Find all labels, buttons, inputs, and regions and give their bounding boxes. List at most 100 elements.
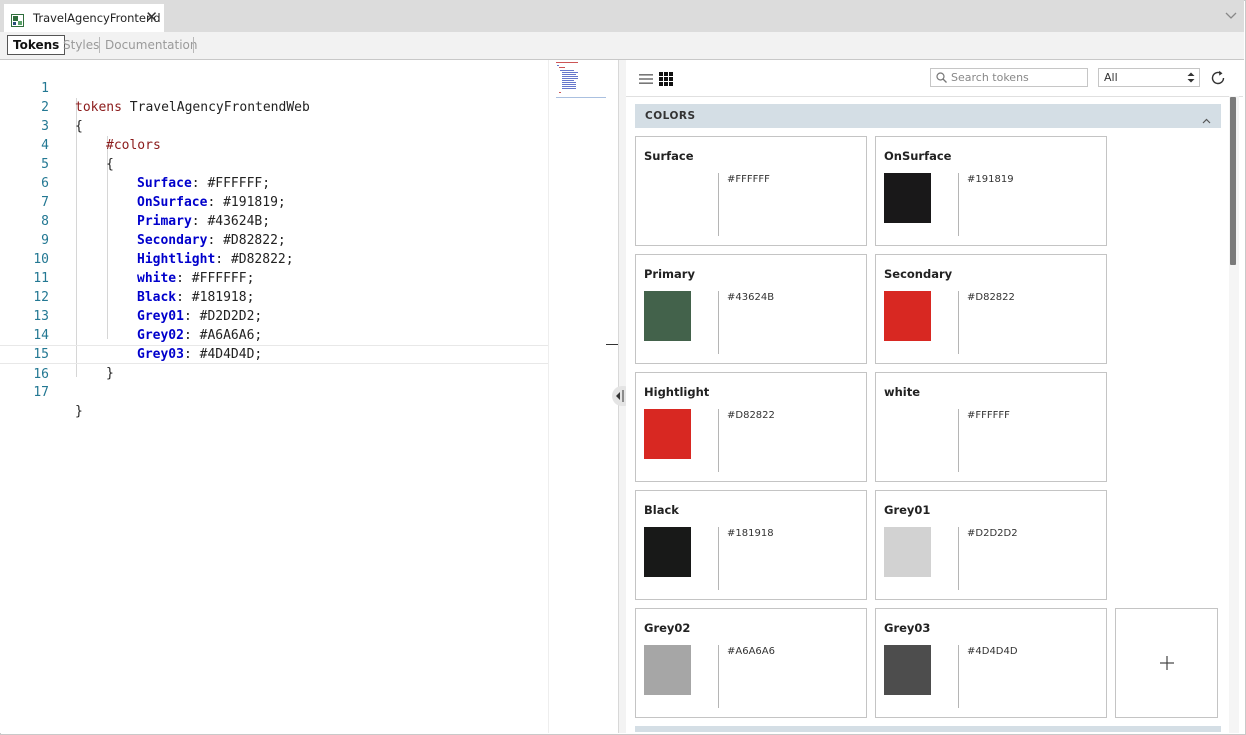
code-line: 2 { <box>0 79 548 134</box>
card-divider <box>718 173 719 236</box>
token-hex: #181918 <box>727 528 774 539</box>
color-swatch <box>884 409 931 459</box>
tab-documentation[interactable]: Documentation <box>100 35 203 55</box>
token-hex: #D82822 <box>967 292 1015 303</box>
token-name: Primary <box>644 267 695 281</box>
token-filter-select[interactable]: All <box>1098 68 1200 87</box>
token-name: Secondary <box>884 267 953 281</box>
token-name: Grey01 <box>884 503 931 517</box>
card-divider <box>718 291 719 354</box>
color-swatch <box>644 645 691 695</box>
card-divider <box>718 527 719 590</box>
tab-styles[interactable]: Styles <box>58 35 104 55</box>
search-box[interactable] <box>930 68 1088 87</box>
plus-icon <box>1159 656 1174 670</box>
color-token-card[interactable]: Secondary #D82822 <box>875 254 1107 364</box>
color-token-card[interactable]: Hightlight #D82822 <box>635 372 867 482</box>
preview-toolbar: All <box>626 60 1243 97</box>
code-line: 7 Primary: #43624B; <box>0 174 548 229</box>
token-hex: #FFFFFF <box>727 174 770 185</box>
color-token-card[interactable]: Primary #43624B <box>635 254 867 364</box>
color-swatch <box>884 291 931 341</box>
token-name: OnSurface <box>884 149 952 163</box>
color-token-card[interactable]: Grey01 #D2D2D2 <box>875 490 1107 600</box>
token-hex: #43624B <box>727 292 775 303</box>
search-icon <box>936 72 947 83</box>
code-line: 9 Hightlight: #D82822; <box>0 212 548 267</box>
code-line: 4 { <box>0 117 548 172</box>
code-line: 8 Secondary: #D82822; <box>0 193 548 248</box>
document-tab-strip: TravelAgencyFrontend ✕ <box>0 0 1244 32</box>
grid-view-icon[interactable] <box>659 71 673 86</box>
code-line: 6 OnSurface: #191819; <box>0 155 548 210</box>
search-input[interactable] <box>951 70 1083 85</box>
card-divider <box>958 527 959 590</box>
spin-arrows-icon <box>1187 71 1195 84</box>
refresh-icon[interactable] <box>1209 69 1227 87</box>
section-title: COLORS <box>645 110 696 122</box>
color-swatch <box>644 527 691 577</box>
token-hex: #FFFFFF <box>967 410 1010 421</box>
token-name: Surface <box>644 149 694 163</box>
code-line-current: 16 <box>0 345 548 382</box>
document-tab[interactable]: TravelAgencyFrontend ✕ <box>4 4 164 32</box>
card-divider <box>718 645 719 708</box>
token-name: Hightlight <box>644 385 710 399</box>
line-number: 17 <box>33 385 49 400</box>
code-line: 3 #colors <box>0 98 548 153</box>
chevron-up-icon[interactable] <box>1202 111 1211 124</box>
card-divider <box>718 409 719 472</box>
design-system-icon <box>11 12 24 27</box>
color-token-card[interactable]: Grey02 #A6A6A6 <box>635 608 867 718</box>
color-swatch <box>884 645 931 695</box>
code-line: 10 white: #FFFFFF; <box>0 231 548 286</box>
color-token-card[interactable]: Surface #FFFFFF <box>635 136 867 246</box>
card-divider <box>958 645 959 708</box>
filter-value: All <box>1104 71 1118 84</box>
code-line: 5 Surface: #FFFFFF; <box>0 136 548 191</box>
editor-border <box>548 60 549 733</box>
token-name: white <box>884 385 921 399</box>
card-divider <box>958 173 959 236</box>
next-section-header[interactable] <box>635 726 1221 732</box>
color-swatch <box>644 409 691 459</box>
document-tab-title: TravelAgencyFrontend <box>33 11 161 25</box>
color-swatch <box>644 291 691 341</box>
close-brace: } <box>75 404 83 419</box>
code-line: 1 tokens TravelAgencyFrontendWeb <box>0 60 548 115</box>
code-minimap[interactable] <box>556 62 608 100</box>
color-swatch <box>644 173 691 223</box>
color-swatch <box>884 527 931 577</box>
code-line: 17 } <box>0 364 548 419</box>
token-hex: #191819 <box>967 174 1014 185</box>
add-token-button[interactable] <box>1115 608 1218 718</box>
token-hex: #4D4D4D <box>967 646 1018 657</box>
token-name: Grey03 <box>884 621 931 635</box>
colors-section-header[interactable]: COLORS <box>635 104 1221 128</box>
color-swatch <box>884 173 931 223</box>
color-token-card[interactable]: Black #181918 <box>635 490 867 600</box>
list-view-icon[interactable] <box>639 71 653 85</box>
chevron-down-icon[interactable] <box>1224 8 1238 22</box>
card-divider <box>958 291 959 354</box>
close-icon[interactable]: ✕ <box>145 9 158 25</box>
token-name: Grey02 <box>644 621 691 635</box>
token-hex: #D2D2D2 <box>967 528 1018 539</box>
color-token-card[interactable]: white #FFFFFF <box>875 372 1107 482</box>
code-editor[interactable]: 1 tokens TravelAgencyFrontendWeb 2 { 3 #… <box>0 60 548 733</box>
token-hex: #A6A6A6 <box>727 646 775 657</box>
code-line: 13 Grey02: #A6A6A6; <box>0 288 548 343</box>
editor-subtabs: Tokens Styles Documentation <box>0 32 1244 60</box>
color-token-card[interactable]: Grey03 #4D4D4D <box>875 608 1107 718</box>
code-line: 11 Black: #181918; <box>0 250 548 305</box>
code-line: 15 } <box>0 326 548 381</box>
code-line: 12 Grey01: #D2D2D2; <box>0 269 548 324</box>
color-token-card[interactable]: OnSurface #191819 <box>875 136 1107 246</box>
tab-tokens[interactable]: Tokens <box>7 35 66 55</box>
token-name: Black <box>644 503 679 517</box>
card-divider <box>958 409 959 472</box>
collapse-marker <box>606 344 618 345</box>
token-hex: #D82822 <box>727 410 775 421</box>
scrollbar-thumb[interactable] <box>1230 97 1236 265</box>
token-preview-panel: All COLORS Surface #FFFFFF OnSurf <box>626 60 1243 733</box>
